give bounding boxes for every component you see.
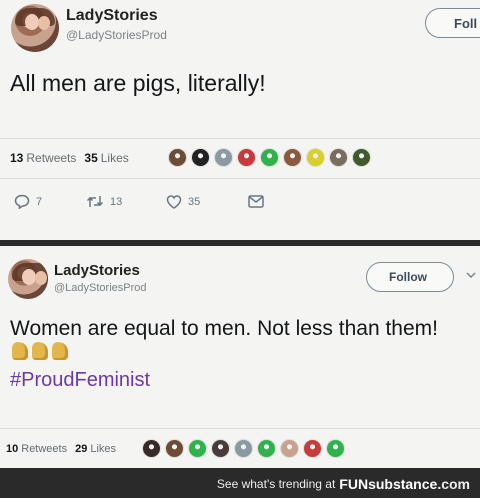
avatar[interactable]	[8, 259, 48, 299]
direct-message-button[interactable]	[248, 195, 264, 208]
liker-avatars[interactable]	[142, 439, 345, 458]
flexed-biceps-icon	[52, 342, 68, 360]
avatar[interactable]	[11, 4, 59, 52]
liker-avatar[interactable]	[191, 148, 210, 167]
reply-button[interactable]: 7	[14, 194, 86, 209]
liker-avatar[interactable]	[257, 439, 276, 458]
like-action-count: 35	[188, 195, 201, 208]
liker-avatar[interactable]	[168, 148, 187, 167]
divider	[0, 138, 480, 139]
like-button[interactable]: 35	[166, 194, 248, 209]
liker-avatar[interactable]	[188, 439, 207, 458]
retweet-action-count: 13	[110, 195, 123, 208]
liker-avatar[interactable]	[326, 439, 345, 458]
divider	[0, 178, 480, 179]
liker-avatar[interactable]	[329, 148, 348, 167]
liker-avatar[interactable]	[303, 439, 322, 458]
retweet-label[interactable]: Retweets	[26, 151, 76, 165]
follow-button[interactable]: Foll	[425, 8, 480, 38]
tweet-card: LadyStories @LadyStoriesProd Follow	[0, 246, 480, 468]
retweet-button[interactable]: 13	[86, 195, 166, 208]
liker-avatar[interactable]	[142, 439, 161, 458]
divider	[0, 428, 480, 429]
envelope-icon	[248, 195, 264, 208]
liker-avatar[interactable]	[237, 148, 256, 167]
display-name[interactable]: LadyStories	[54, 262, 140, 279]
liker-avatar[interactable]	[211, 439, 230, 458]
display-name[interactable]: LadyStories	[66, 7, 158, 25]
engagement-stats: 13 Retweets 35 Likes	[10, 151, 129, 165]
user-handle[interactable]: @LadyStoriesProd	[66, 28, 167, 42]
footer-text: See what's trending at	[216, 477, 336, 491]
tweet-card: LadyStories @LadyStoriesProd Foll All me…	[0, 0, 480, 240]
retweet-icon	[86, 196, 104, 207]
retweet-count[interactable]: 10	[6, 443, 18, 455]
flexed-biceps-icon	[32, 342, 48, 360]
like-count[interactable]: 29	[75, 443, 87, 455]
liker-avatar[interactable]	[306, 148, 325, 167]
engagement-stats: 10 Retweets 29 Likes	[6, 443, 116, 455]
liker-avatar[interactable]	[280, 439, 299, 458]
tweet-actions: 7 13 35	[14, 194, 264, 209]
hashtag-link[interactable]: #ProudFeminist	[10, 369, 150, 392]
flexed-biceps-icon	[12, 342, 28, 360]
liker-avatar[interactable]	[165, 439, 184, 458]
liker-avatar[interactable]	[260, 148, 279, 167]
like-label[interactable]: Likes	[90, 443, 116, 455]
heart-icon	[166, 194, 182, 209]
liker-avatar[interactable]	[234, 439, 253, 458]
flexed-biceps-emojis	[12, 342, 68, 360]
like-count[interactable]: 35	[84, 151, 97, 165]
reply-icon	[14, 194, 30, 209]
retweet-label[interactable]: Retweets	[21, 443, 67, 455]
user-handle[interactable]: @LadyStoriesProd	[54, 282, 147, 294]
liker-avatar[interactable]	[214, 148, 233, 167]
liker-avatars[interactable]	[168, 148, 371, 167]
tweet-text: All men are pigs, literally!	[10, 70, 266, 96]
retweet-count[interactable]: 13	[10, 151, 23, 165]
site-logo[interactable]: FUNsubstance.com	[339, 476, 470, 492]
liker-avatar[interactable]	[352, 148, 371, 167]
chevron-down-icon[interactable]	[466, 266, 476, 284]
liker-avatar[interactable]	[283, 148, 302, 167]
tweet-text: Women are equal to men. Not less than th…	[10, 317, 438, 340]
like-label[interactable]: Likes	[101, 151, 129, 165]
follow-button[interactable]: Follow	[366, 262, 454, 292]
reply-count: 7	[36, 195, 43, 208]
site-footer: See what's trending at FUNsubstance.com	[0, 470, 480, 498]
